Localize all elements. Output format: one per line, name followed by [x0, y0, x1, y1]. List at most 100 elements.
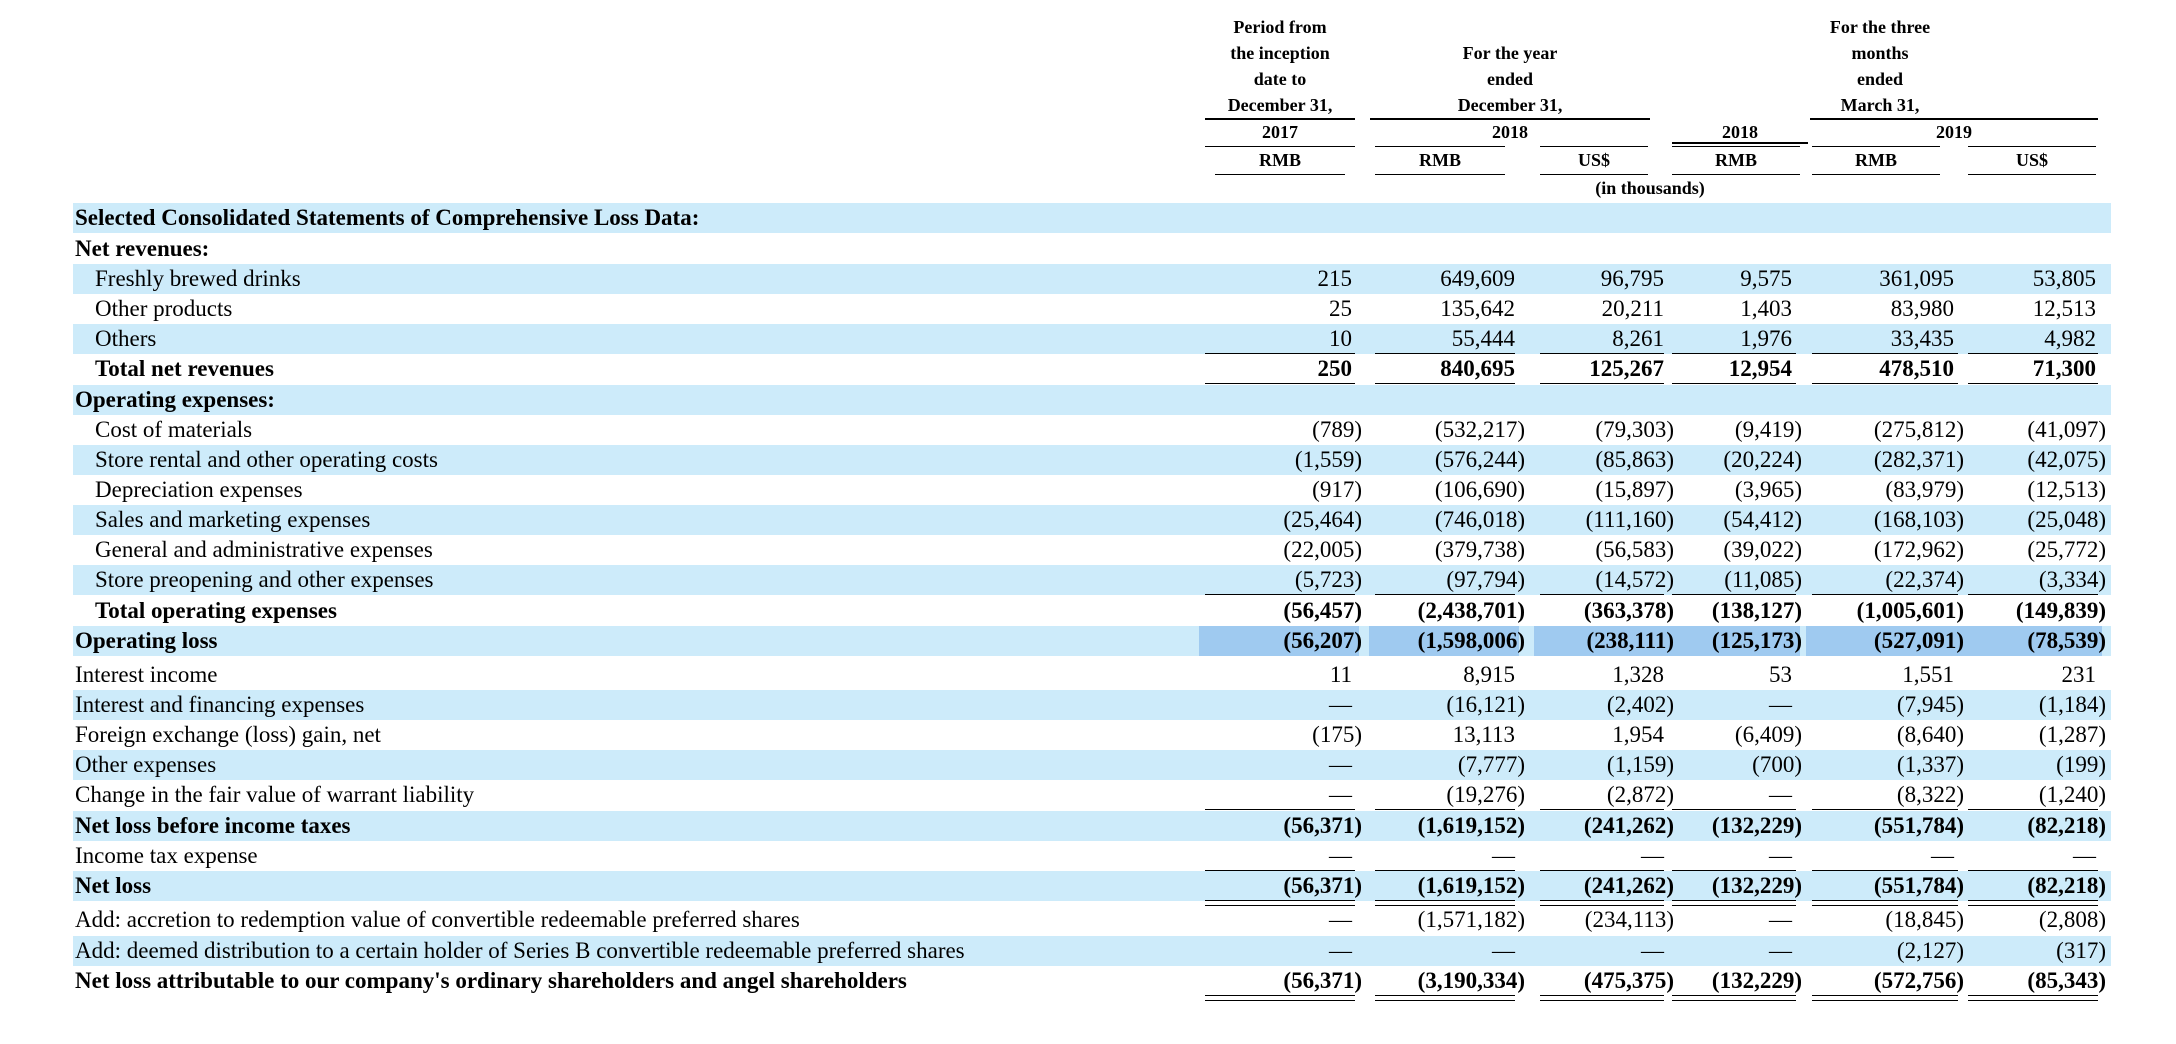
table-row: Net loss before income taxes (56,371) (1,6… [73, 811, 2111, 841]
currency-unit: US$ [2015, 150, 2048, 170]
header-rule [1215, 174, 1345, 175]
table-row: Store rental and other operating costs (1… [73, 445, 2111, 475]
value-cell: (1,005,601) [1856, 598, 1964, 623]
value-cell: 1,954 [1612, 722, 1664, 747]
subtotal-rule [1968, 809, 2098, 810]
row-label: Operating expenses: [75, 387, 275, 412]
value-cell: 1,328 [1612, 662, 1664, 687]
value-cell: — [1769, 843, 1792, 868]
header-line: ended [1856, 69, 1903, 89]
value-cell: 12,954 [1728, 356, 1792, 381]
table-row: Add: accretion to redemption value of co… [73, 905, 2111, 935]
value-cell: — [1492, 938, 1515, 963]
value-cell: (132,229) [1711, 968, 1802, 993]
value-cell: (56,583) [1595, 537, 1674, 562]
row-label: Operating loss [75, 628, 218, 653]
row-label: Net loss attributable to our company's o… [75, 968, 907, 993]
year-label: 2019 [1936, 122, 1972, 142]
currency-unit: RMB [1259, 150, 1301, 170]
value-cell: (3,334) [2038, 567, 2106, 592]
currency-unit: RMB [1419, 150, 1461, 170]
value-cell: (2,438,701) [1417, 598, 1525, 623]
value-cell: 12,513 [2032, 296, 2096, 321]
year-label: 2018 [1492, 122, 1528, 142]
table-row: Foreign exchange (loss) gain, net (175) 13… [73, 720, 2111, 750]
value-cell: (85,343) [2027, 968, 2106, 993]
row-label: Net loss [75, 873, 152, 898]
value-cell: (56,371) [1283, 813, 1362, 838]
header-line: months [1851, 43, 1909, 63]
value-cell: (125,173) [1711, 628, 1802, 653]
subtotal-rule [1375, 809, 1515, 810]
value-cell: (12,513) [2027, 477, 2106, 502]
value-cell: — [1641, 843, 1664, 868]
value-cell: 8,261 [1612, 326, 1664, 351]
value-cell: (746,018) [1434, 507, 1525, 532]
header-rule [1370, 118, 1650, 120]
row-label: Income tax expense [75, 843, 258, 868]
value-cell: 135,642 [1440, 296, 1515, 321]
year-label: 2017 [1262, 122, 1298, 142]
subtotal-rule [1205, 594, 1355, 595]
value-cell: — [1329, 938, 1352, 963]
value-cell: — [2073, 843, 2096, 868]
value-cell: — [1329, 907, 1352, 932]
value-cell: 840,695 [1440, 356, 1515, 381]
table-row: Operating loss (56,207) (1,598,006) (238,11… [73, 626, 2111, 656]
column-group-header: For the year ended December 31, [1375, 40, 1645, 118]
header-rule [1205, 118, 1355, 120]
value-cell: (42,075) [2027, 447, 2106, 472]
value-cell: (572,756) [1873, 968, 1964, 993]
value-cell: 1,976 [1740, 326, 1792, 351]
value-cell: — [1931, 843, 1954, 868]
value-cell: 96,795 [1600, 266, 1664, 291]
value-cell: — [1329, 752, 1352, 777]
header-rule [1375, 174, 1505, 175]
value-cell: (3,965) [1734, 477, 1802, 502]
value-cell: (199) [2056, 752, 2106, 777]
year-label: 2018 [1722, 122, 1758, 142]
header-rule [1205, 146, 1355, 147]
total-double-rule [1375, 995, 1515, 1001]
header-rule [1540, 146, 1648, 147]
value-cell: (2,402) [1606, 692, 1674, 717]
value-cell: (1,559) [1294, 447, 1362, 472]
header-line: the inception [1230, 43, 1330, 63]
value-cell: (700) [1752, 752, 1802, 777]
row-label: Sales and marketing expenses [95, 507, 371, 532]
value-cell: (85,863) [1595, 447, 1674, 472]
table-row: Freshly brewed drinks 215 649,609 96,795 9,5… [73, 264, 2111, 294]
value-cell: (551,784) [1873, 873, 1964, 898]
value-cell: (168,103) [1873, 507, 1964, 532]
header-line: ended [1486, 69, 1533, 89]
subtotal-rule [1540, 594, 1664, 595]
value-cell: (172,962) [1873, 537, 1964, 562]
units-note: (in thousands) [1595, 178, 1705, 198]
header-rule [1672, 146, 1800, 147]
value-cell: (16,121) [1446, 692, 1525, 717]
value-cell: (2,808) [2038, 907, 2106, 932]
total-double-rule [1540, 995, 1664, 1001]
value-cell: 33,435 [1890, 326, 1954, 351]
total-double-rule [1205, 995, 1355, 1001]
value-cell: (234,113) [1584, 907, 1674, 932]
value-cell: (78,539) [2027, 628, 2106, 653]
table-row: Operating expenses: [73, 385, 2111, 415]
table-row: Other expenses — (7,777) (1,159) (700) (1,337… [73, 750, 2111, 780]
header-rule [1540, 174, 1648, 175]
table-row: Net loss attributable to our company's o… [73, 966, 2111, 996]
row-label: Foreign exchange (loss) gain, net [75, 722, 381, 747]
table-row: Cost of materials (789) (532,217) (79,303) (… [73, 415, 2111, 445]
value-cell: — [1329, 692, 1352, 717]
value-cell: (25,048) [2027, 507, 2106, 532]
value-cell: 8,915 [1463, 662, 1515, 687]
value-cell: (22,005) [1283, 537, 1362, 562]
value-cell: (149,839) [2015, 598, 2106, 623]
value-cell: 11 [1329, 662, 1352, 687]
subtotal-rule [1812, 809, 1958, 810]
value-cell: 71,300 [2032, 356, 2096, 381]
value-cell: (106,690) [1434, 477, 1525, 502]
value-cell: (1,287) [2038, 722, 2106, 747]
value-cell: (9,419) [1734, 417, 1802, 442]
row-label: Depreciation expenses [95, 477, 303, 502]
